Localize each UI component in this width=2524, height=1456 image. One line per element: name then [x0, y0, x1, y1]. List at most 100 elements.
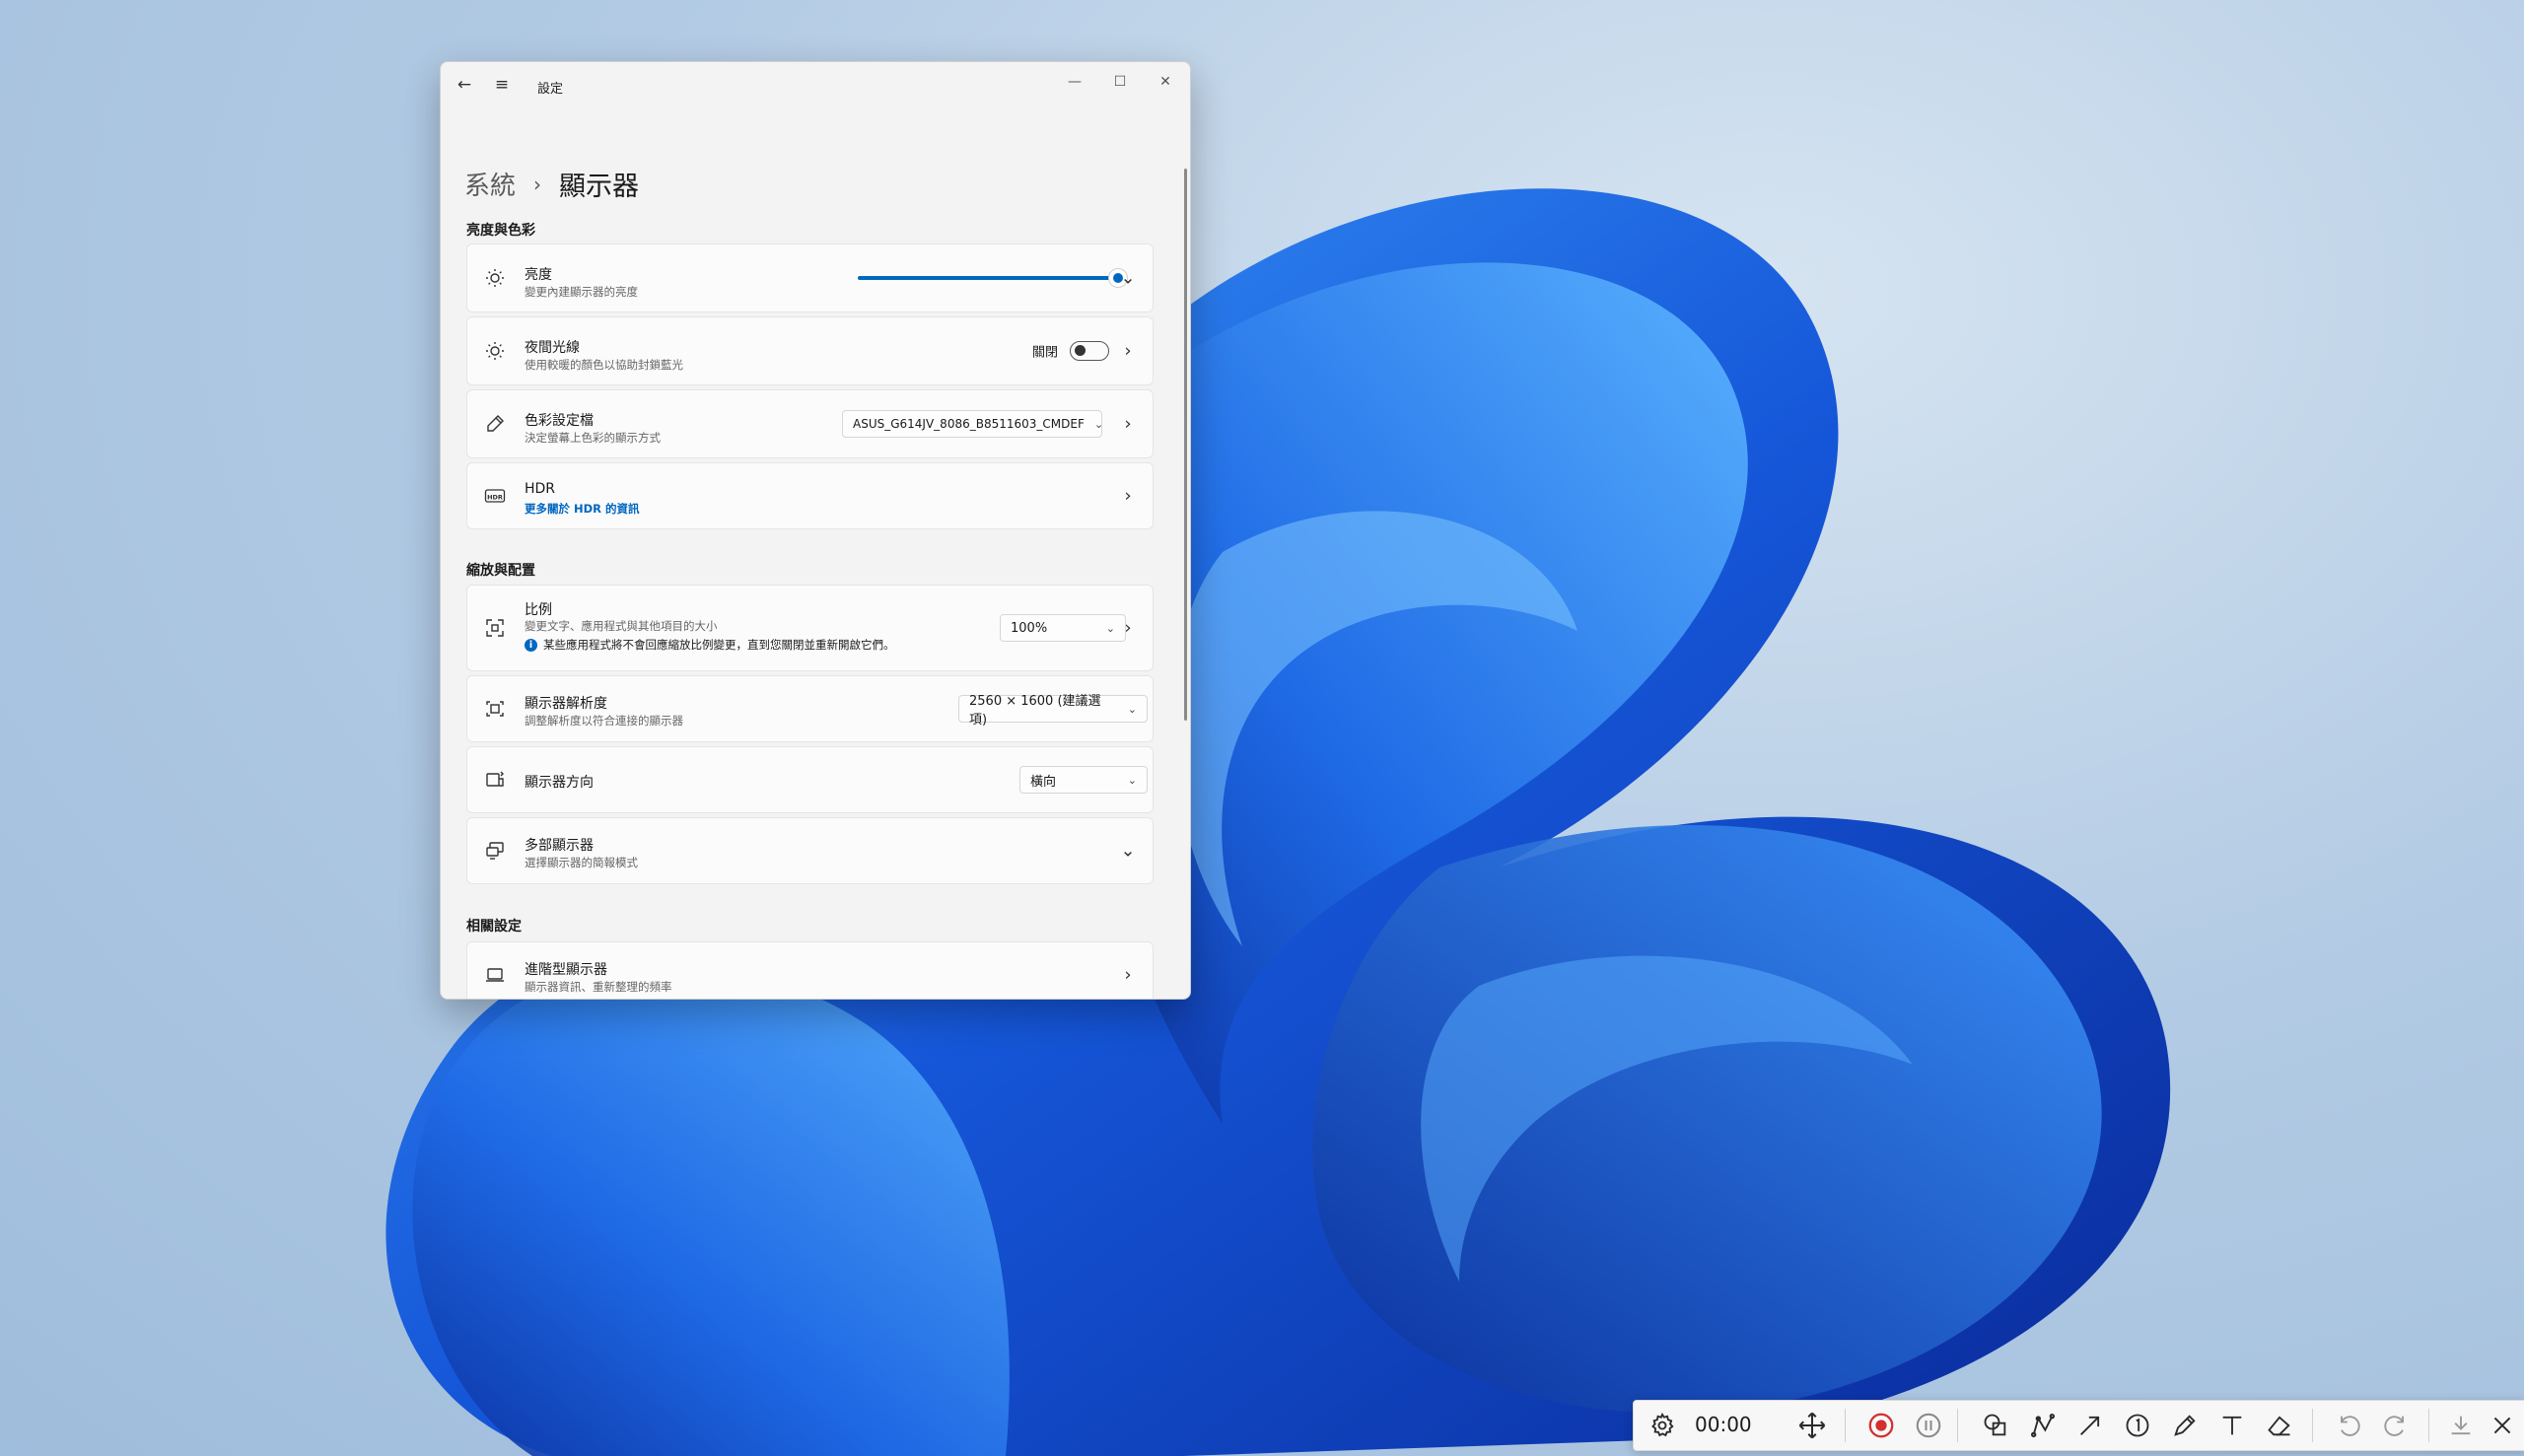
night-light-subtitle: 使用較暖的顏色以協助封鎖藍光 [525, 358, 683, 372]
svg-text:HDR: HDR [487, 493, 503, 501]
sun-icon [483, 266, 507, 290]
advanced-display-subtitle: 顯示器資訊、重新整理的頻率 [525, 980, 672, 994]
brightness-card[interactable]: 亮度 變更內建顯示器的亮度 ⌄ [466, 243, 1154, 312]
night-light-state: 關閉 [1031, 345, 1058, 361]
number-icon[interactable] [2117, 1401, 2158, 1450]
orientation-icon [483, 768, 507, 792]
color-profile-value: ASUS_G614JV_8086_B8511603_CMDEF [853, 417, 1085, 431]
title-bar: ← ≡ 設定 — ☐ ✕ [441, 62, 1190, 107]
window-title: 設定 [537, 82, 564, 97]
scale-subtitle: 變更文字、應用程式與其他項目的大小 [525, 619, 718, 633]
download-icon[interactable] [2440, 1401, 2482, 1450]
undo-icon[interactable] [2328, 1401, 2369, 1450]
multi-display-title: 多部顯示器 [525, 838, 594, 854]
info-icon: i [525, 638, 537, 652]
eyedropper-icon [483, 412, 507, 436]
brightness-title: 亮度 [525, 267, 552, 283]
scale-icon [483, 616, 507, 640]
scale-title: 比例 [525, 602, 552, 618]
bloom-artwork [386, 188, 2171, 1456]
color-profile-dropdown[interactable]: ASUS_G614JV_8086_B8511603_CMDEF ⌄ [842, 410, 1104, 438]
record-icon[interactable] [1860, 1401, 1902, 1450]
chevron-down-icon[interactable]: ⌄ [1119, 841, 1137, 862]
multi-display-icon [483, 839, 507, 863]
hdr-info-link[interactable]: 更多關於 HDR 的資訊 [525, 501, 640, 517]
hdr-title: HDR [525, 481, 556, 497]
orientation-card[interactable]: 顯示器方向 橫向 ⌄ [466, 746, 1154, 813]
resolution-card[interactable]: 顯示器解析度 調整解析度以符合連接的顯示器 2560 × 1600 (建議選項)… [466, 675, 1154, 742]
breadcrumb-system[interactable]: 系統 [464, 166, 516, 202]
section-related: 相關設定 [466, 919, 522, 935]
caret-icon: ⌄ [1105, 621, 1115, 635]
hdr-card[interactable]: HDR HDR 更多關於 HDR 的資訊 › [466, 462, 1154, 529]
text-icon[interactable] [2211, 1401, 2253, 1450]
section-scale-layout: 縮放與配置 [466, 563, 535, 579]
multi-display-card[interactable]: 多部顯示器 選擇顯示器的簡報模式 ⌄ [466, 817, 1154, 884]
chevron-right-icon[interactable]: › [1119, 414, 1137, 435]
scale-value: 100% [1011, 620, 1048, 636]
resolution-subtitle: 調整解析度以符合連接的顯示器 [525, 714, 683, 728]
orientation-title: 顯示器方向 [525, 775, 594, 791]
toolbar-divider [1957, 1409, 1958, 1442]
scale-dropdown[interactable]: 100% ⌄ [1000, 614, 1126, 642]
color-profile-subtitle: 決定螢幕上色彩的顯示方式 [525, 431, 661, 445]
minimize-button[interactable]: — [1052, 66, 1097, 98]
caret-icon: ⌄ [1127, 702, 1137, 716]
resolution-dropdown[interactable]: 2560 × 1600 (建議選項) ⌄ [958, 694, 1148, 728]
desktop-wallpaper [0, 0, 2524, 1456]
scale-card[interactable]: 比例 變更文字、應用程式與其他項目的大小 i 某些應用程式將不會回應縮放比例變更… [466, 585, 1154, 671]
chevron-down-icon[interactable]: ⌄ [1119, 268, 1137, 289]
toolbar-divider [2312, 1409, 2313, 1442]
chevron-right-icon[interactable]: › [1119, 341, 1137, 362]
section-brightness-color: 亮度與色彩 [466, 223, 535, 239]
toolbar-divider [2428, 1409, 2429, 1442]
close-window-button[interactable]: ✕ [1143, 66, 1188, 98]
brightness-slider[interactable] [858, 276, 1118, 280]
toolbar-divider [1845, 1409, 1846, 1442]
multi-display-subtitle: 選擇顯示器的簡報模式 [525, 856, 638, 869]
night-light-title: 夜間光線 [525, 340, 580, 356]
eraser-icon[interactable] [2259, 1401, 2300, 1450]
laptop-icon [483, 963, 507, 987]
night-light-card[interactable]: 夜間光線 使用較暖的顏色以協助封鎖藍光 關閉 › [466, 316, 1154, 385]
caret-icon: ⌄ [1093, 417, 1104, 431]
pause-icon[interactable] [1908, 1401, 1949, 1450]
chevron-right-icon[interactable]: › [1119, 486, 1137, 507]
brightness-subtitle: 變更內建顯示器的亮度 [525, 285, 638, 299]
night-light-icon [483, 339, 507, 363]
resolution-title: 顯示器解析度 [525, 696, 607, 712]
color-profile-card[interactable]: 色彩設定檔 決定螢幕上色彩的顯示方式 ASUS_G614JV_8086_B851… [466, 389, 1154, 458]
chevron-right-icon[interactable]: › [1119, 618, 1137, 639]
advanced-display-title: 進階型顯示器 [525, 962, 607, 978]
color-profile-title: 色彩設定檔 [525, 413, 594, 429]
scrollbar[interactable] [1184, 169, 1187, 721]
breadcrumb: 系統 › 顯示器 [464, 165, 639, 203]
caret-icon: ⌄ [1127, 773, 1137, 787]
shape-icon[interactable] [1975, 1401, 2016, 1450]
pen-path-icon[interactable] [2022, 1401, 2064, 1450]
advanced-display-card[interactable]: 進階型顯示器 顯示器資訊、重新整理的頻率 › [466, 941, 1154, 999]
gear-icon[interactable] [1642, 1401, 1683, 1450]
recording-timer: 00:00 [1695, 1413, 1752, 1436]
back-arrow-icon[interactable]: ← [451, 72, 478, 98]
resolution-value: 2560 × 1600 (建議選項) [969, 694, 1101, 728]
maximize-button[interactable]: ☐ [1097, 66, 1143, 98]
move-icon[interactable] [1791, 1401, 1833, 1450]
scale-info-text: 某些應用程式將不會回應縮放比例變更，直到您關閉並重新開啟它們。 [543, 638, 895, 652]
menu-icon[interactable]: ≡ [488, 72, 516, 98]
close-icon[interactable] [2482, 1401, 2523, 1450]
resolution-icon [483, 697, 507, 721]
arrow-icon[interactable] [2069, 1401, 2111, 1450]
hdr-icon: HDR [483, 484, 507, 508]
night-light-toggle[interactable] [1070, 341, 1109, 361]
breadcrumb-separator: › [533, 172, 542, 196]
settings-window: ← ≡ 設定 — ☐ ✕ 系統 › 顯示器 亮度與色彩 亮度 變更內建顯示器的亮… [440, 61, 1191, 1000]
scale-info: i 某些應用程式將不會回應縮放比例變更，直到您關閉並重新開啟它們。 [525, 637, 895, 653]
page-title: 顯示器 [559, 172, 640, 202]
chevron-right-icon[interactable]: › [1119, 965, 1137, 986]
recorder-toolbar: 00:00 [1633, 1400, 2524, 1451]
redo-icon[interactable] [2375, 1401, 2417, 1450]
pencil-icon[interactable] [2164, 1401, 2206, 1450]
orientation-dropdown[interactable]: 橫向 ⌄ [1019, 766, 1148, 794]
orientation-value: 橫向 [1030, 774, 1057, 790]
